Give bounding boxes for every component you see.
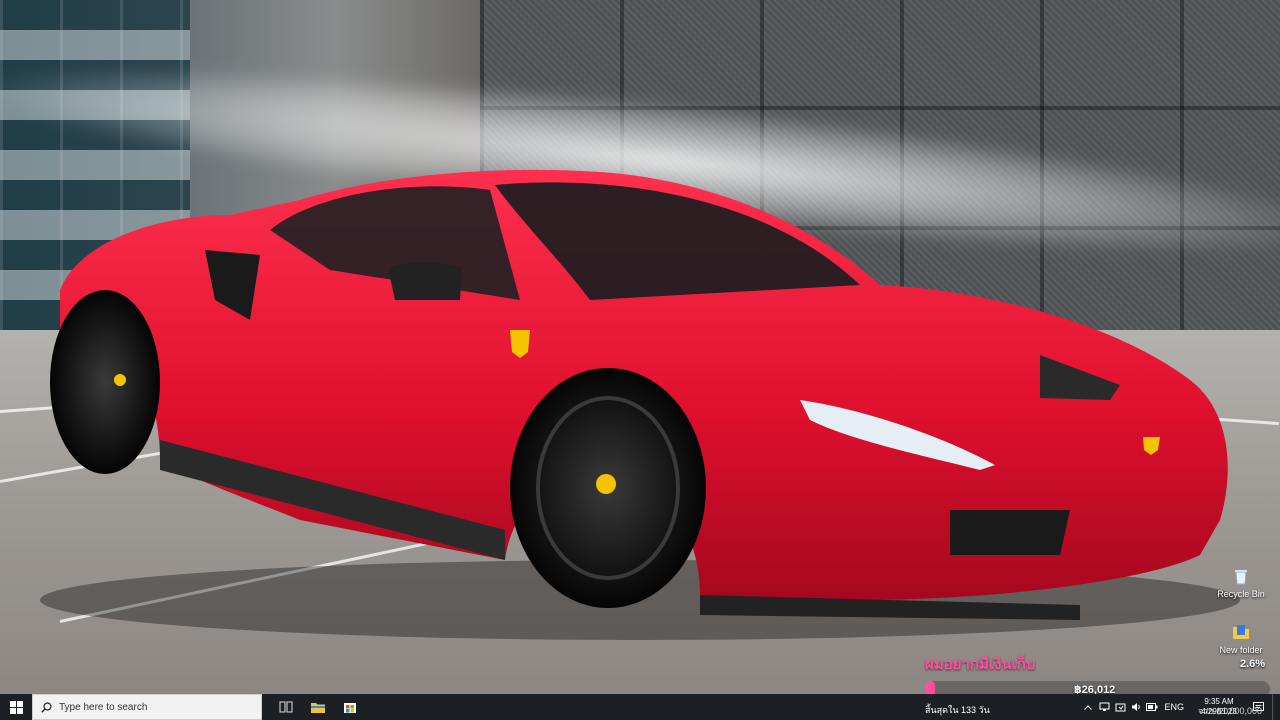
taskbar-search-box[interactable] — [32, 694, 262, 720]
search-icon — [41, 701, 52, 713]
ethernet-icon — [1115, 703, 1126, 712]
battery-icon — [1146, 703, 1158, 711]
desktop-icon-label: New folder — [1219, 645, 1263, 655]
volume-button[interactable] — [1128, 694, 1144, 720]
desktop-icon-recycle-bin[interactable]: Recycle Bin — [1203, 566, 1279, 599]
tray-overflow-button[interactable] — [1080, 694, 1096, 720]
red-sports-car — [40, 169, 1240, 640]
network-button[interactable] — [1096, 694, 1112, 720]
network-icon — [1099, 702, 1110, 711]
desktop-icon-label: Recycle Bin — [1217, 589, 1265, 599]
ethernet-button[interactable] — [1112, 694, 1128, 720]
speaker-icon — [1131, 703, 1140, 711]
savings-goal-title: ผมอยากมีเงินเก็บ — [925, 656, 1036, 673]
chevron-up-icon — [1084, 704, 1093, 710]
battery-button[interactable] — [1144, 694, 1160, 720]
microsoft-store-icon — [344, 703, 356, 713]
desktop-wallpaper — [0, 0, 1280, 694]
savings-percent: 2.6% — [1240, 658, 1266, 670]
folder-icon — [1233, 625, 1249, 639]
desktop-icon-new-folder[interactable]: New folder — [1203, 622, 1279, 655]
savings-days-left: สิ้นสุดใน 133 วัน — [925, 705, 990, 715]
file-explorer-icon — [311, 702, 325, 713]
windows-logo-icon — [9, 700, 23, 714]
task-view-icon — [279, 701, 293, 713]
task-view-button[interactable] — [270, 694, 302, 720]
start-button[interactable] — [0, 694, 32, 720]
taskbar: ENG 9:35 AM 4/29/2023 — [0, 694, 1280, 720]
language-indicator[interactable]: ENG — [1160, 702, 1188, 712]
microsoft-store-button[interactable] — [334, 694, 366, 720]
file-explorer-button[interactable] — [302, 694, 334, 720]
search-input[interactable] — [59, 701, 249, 713]
savings-goal-amount: จาก ฿1,000,000 — [1198, 706, 1263, 716]
show-desktop-button[interactable] — [1272, 694, 1280, 720]
recycle-bin-icon — [1235, 570, 1247, 585]
